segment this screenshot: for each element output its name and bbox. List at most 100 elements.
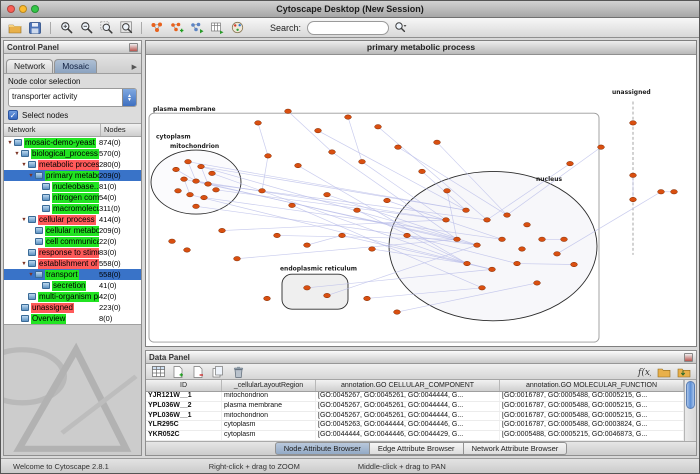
graph-node[interactable]	[444, 189, 451, 193]
graph-node[interactable]	[329, 150, 336, 154]
expand-arrow-icon[interactable]: ▼	[20, 217, 28, 223]
tree-row[interactable]: Overview8(0)	[4, 313, 141, 324]
minimize-window-button[interactable]	[19, 5, 27, 13]
graph-node[interactable]	[201, 195, 208, 199]
graph-node[interactable]	[499, 237, 506, 241]
graph-node[interactable]	[489, 267, 496, 271]
graph-node[interactable]	[474, 243, 481, 247]
graph-node[interactable]	[434, 140, 441, 144]
graph-node[interactable]	[304, 243, 311, 247]
graph-node[interactable]	[184, 248, 191, 252]
zoom-fit-icon[interactable]	[117, 20, 135, 36]
graph-node[interactable]	[571, 262, 578, 266]
expand-arrow-icon[interactable]: ▼	[6, 140, 14, 146]
graph-node[interactable]	[443, 218, 450, 222]
table-row[interactable]: YPL036W__2plasma membrane[GO:0045267, GO…	[146, 402, 684, 412]
graph-node[interactable]	[630, 173, 637, 177]
save-session-icon[interactable]	[26, 20, 44, 36]
select-attributes-icon[interactable]	[149, 364, 167, 380]
graph-node[interactable]	[671, 190, 678, 194]
graph-node[interactable]	[219, 228, 226, 232]
tree-row[interactable]: cell communica...22(0)	[4, 236, 141, 247]
scrollbar-thumb[interactable]	[686, 381, 695, 409]
control-panel-float-icon[interactable]	[129, 43, 138, 52]
overview-thumbnail[interactable]	[4, 324, 141, 455]
zoom-window-button[interactable]	[31, 5, 39, 13]
table-scrollbar[interactable]	[684, 380, 696, 441]
graph-node[interactable]	[324, 192, 331, 196]
graph-node[interactable]	[658, 190, 665, 194]
trash-icon[interactable]	[229, 364, 247, 380]
table-row[interactable]: YKR052Ccytoplasm[GO:0044444, GO:0044446,…	[146, 431, 684, 441]
zoom-selected-icon[interactable]	[97, 20, 115, 36]
vizmapper-icon[interactable]	[228, 20, 246, 36]
graph-node[interactable]	[315, 128, 322, 132]
graph-node[interactable]	[369, 247, 376, 251]
graph-node[interactable]	[193, 204, 200, 208]
graph-node[interactable]	[630, 121, 637, 125]
tree-row[interactable]: ▼transport558(0)	[4, 269, 141, 280]
graph-node[interactable]	[255, 121, 262, 125]
graph-node[interactable]	[185, 159, 192, 163]
column-header[interactable]: annotation.GO MOLECULAR_FUNCTION	[500, 380, 684, 391]
graph-node[interactable]	[234, 256, 241, 260]
tree-row[interactable]: ▼establishment of lo...558(0)	[4, 258, 141, 269]
tree-row[interactable]: unassigned223(0)	[4, 302, 141, 313]
table-row[interactable]: YPL036W__1mitochondrion[GO:0045267, GO:0…	[146, 412, 684, 422]
tree-row[interactable]: macromolecule...311(0)	[4, 203, 141, 214]
tree-row[interactable]: nucleobase...81(0)	[4, 181, 141, 192]
graph-node[interactable]	[567, 161, 574, 165]
graph-node[interactable]	[345, 115, 352, 119]
import-attribute-file-icon[interactable]	[675, 364, 693, 380]
graph-node[interactable]	[198, 164, 205, 168]
edit-attribute-icon[interactable]	[209, 364, 227, 380]
data-panel-float-icon[interactable]	[684, 353, 693, 362]
delete-attribute-icon[interactable]	[189, 364, 207, 380]
graph-node[interactable]	[504, 213, 511, 217]
graph-node[interactable]	[630, 197, 637, 201]
graph-node[interactable]	[274, 233, 281, 237]
zoom-in-icon[interactable]	[57, 20, 75, 36]
destroy-network-icon[interactable]	[148, 20, 166, 36]
column-header[interactable]: _cellularLayoutRegion	[222, 380, 316, 391]
column-header[interactable]: annotation.GO CELLULAR_COMPONENT	[316, 380, 500, 391]
graph-node[interactable]	[209, 171, 216, 175]
graph-node[interactable]	[514, 261, 521, 265]
graph-node[interactable]	[463, 208, 470, 212]
graph-node[interactable]	[384, 198, 391, 202]
graph-node[interactable]	[554, 252, 561, 256]
tree-row[interactable]: nitrogen compo...54(0)	[4, 192, 141, 203]
search-input[interactable]	[307, 21, 389, 35]
table-row[interactable]: YJR121W__1mitochondrion[GO:0045267, GO:0…	[146, 392, 684, 402]
zoom-out-icon[interactable]	[77, 20, 95, 36]
graph-node[interactable]	[169, 239, 176, 243]
graph-node[interactable]	[187, 192, 194, 196]
graph-node[interactable]	[359, 159, 366, 163]
graph-node[interactable]	[454, 237, 461, 241]
expand-arrow-icon[interactable]: ▼	[20, 261, 28, 267]
tree-row[interactable]: cellular metabo...209(0)	[4, 225, 141, 236]
expand-arrow-icon[interactable]: ▼	[20, 162, 28, 168]
network-canvas[interactable]: plasma membranecytoplasmmitochondrionnuc…	[146, 55, 696, 346]
tree-row[interactable]: ▼cellular process414(0)	[4, 214, 141, 225]
tree-row[interactable]: secretion41(0)	[4, 280, 141, 291]
expand-arrow-icon[interactable]: ▼	[27, 272, 35, 278]
graph-node[interactable]	[524, 223, 531, 227]
graph-node[interactable]	[598, 145, 605, 149]
graph-node[interactable]	[259, 189, 266, 193]
tree-row[interactable]: multi-organism pro...42(0)	[4, 291, 141, 302]
graph-node[interactable]	[264, 296, 271, 300]
graph-node[interactable]	[561, 237, 568, 241]
import-network-icon[interactable]	[188, 20, 206, 36]
import-attributes-icon[interactable]	[208, 20, 226, 36]
graph-node[interactable]	[173, 167, 180, 171]
tree-row[interactable]: ▼primary metabo...209(0)	[4, 170, 141, 181]
graph-node[interactable]	[404, 233, 411, 237]
create-attribute-icon[interactable]	[169, 364, 187, 380]
create-network-icon[interactable]	[168, 20, 186, 36]
graph-node[interactable]	[181, 177, 188, 181]
expand-arrow-icon[interactable]: ▼	[27, 173, 35, 179]
network-graph[interactable]: plasma membranecytoplasmmitochondrionnuc…	[146, 55, 696, 346]
graph-node[interactable]	[479, 286, 486, 290]
tree-row[interactable]: ▼mosaic-demo-yeast874(0)	[4, 137, 141, 148]
